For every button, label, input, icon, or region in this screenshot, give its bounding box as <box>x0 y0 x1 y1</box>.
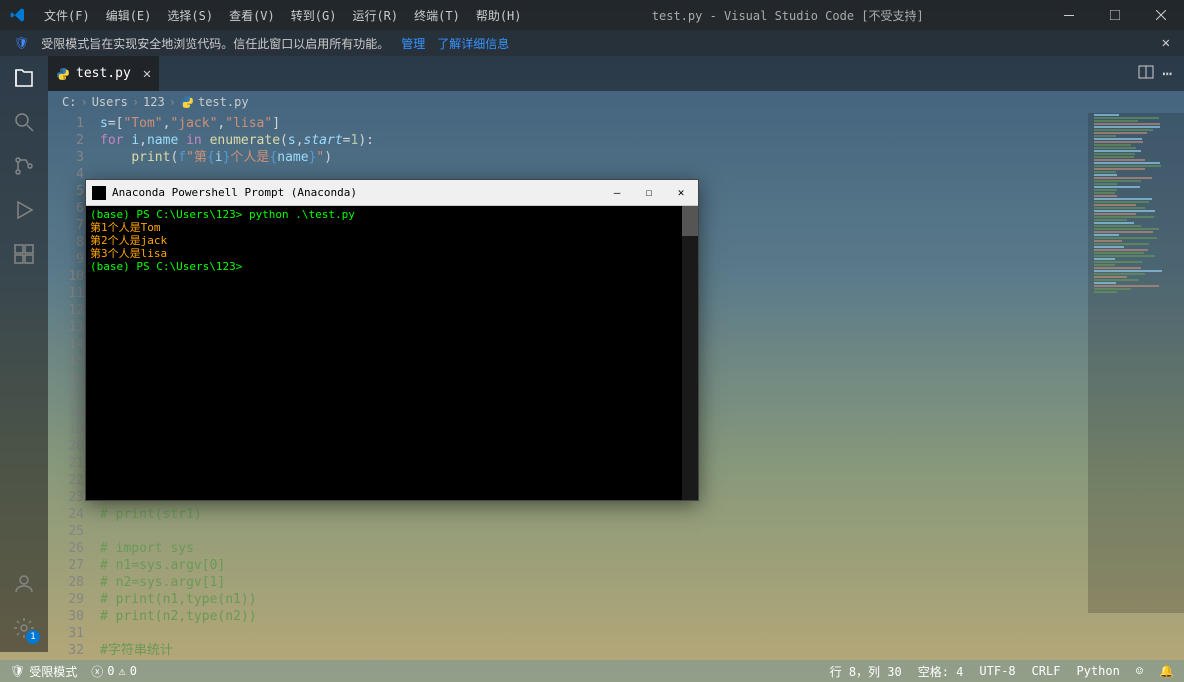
manage-link[interactable]: 管理 <box>401 35 425 52</box>
tab-test-py[interactable]: test.py ✕ <box>48 56 159 91</box>
python-file-icon <box>56 67 70 81</box>
status-spaces[interactable]: 空格: 4 <box>918 663 964 680</box>
status-language[interactable]: Python <box>1076 664 1119 678</box>
terminal-line: (base) PS C:\Users\123> <box>90 260 694 273</box>
window-title: test.py - Visual Studio Code [不受支持] <box>530 7 1047 24</box>
menu-item[interactable]: 选择(S) <box>159 7 221 24</box>
menu-item[interactable]: 终端(T) <box>406 7 468 24</box>
breadcrumb[interactable]: C: › Users › 123 › test.py <box>48 91 1184 113</box>
maximize-button[interactable] <box>1092 0 1138 30</box>
terminal-maximize-button[interactable]: ☐ <box>638 186 660 199</box>
status-eol[interactable]: CRLF <box>1032 664 1061 678</box>
status-ln-col[interactable]: 行 8，列 30 <box>830 663 902 680</box>
breadcrumb-part[interactable]: test.py <box>198 95 249 109</box>
search-icon[interactable] <box>12 110 36 134</box>
activity-bar: 1 <box>0 56 48 652</box>
learn-more-link[interactable]: 了解详细信息 <box>437 35 509 52</box>
run-debug-icon[interactable] <box>12 198 36 222</box>
split-editor-icon[interactable] <box>1138 64 1154 83</box>
terminal-line: 第2个人是jack <box>90 234 694 247</box>
menu-item[interactable]: 运行(R) <box>344 7 406 24</box>
close-tab-button[interactable]: ✕ <box>143 66 151 82</box>
minimap[interactable] <box>1088 113 1184 613</box>
menu-item[interactable]: 编辑(E) <box>98 7 160 24</box>
source-control-icon[interactable] <box>12 154 36 178</box>
window-controls <box>1046 0 1184 30</box>
terminal-app-icon <box>92 186 106 200</box>
terminal-line: (base) PS C:\Users\123> python .\test.py <box>90 208 694 221</box>
menu-bar: 文件(F)编辑(E)选择(S)查看(V)转到(G)运行(R)终端(T)帮助(H) <box>36 7 530 24</box>
breadcrumb-separator-icon: › <box>80 95 87 109</box>
terminal-title: Anaconda Powershell Prompt (Anaconda) <box>112 186 357 199</box>
status-restricted[interactable]: 🛡 受限模式 <box>10 663 77 680</box>
terminal-line: 第1个人是Tom <box>90 221 694 234</box>
account-icon[interactable] <box>12 572 36 596</box>
gear-badge: 1 <box>26 630 40 644</box>
restricted-message: 受限模式旨在实现安全地浏览代码。信任此窗口以启用所有功能。 <box>41 35 389 52</box>
status-bell-icon[interactable]: 🔔 <box>1159 664 1174 678</box>
restricted-mode-bar: 🛡 受限模式旨在实现安全地浏览代码。信任此窗口以启用所有功能。 管理 了解详细信… <box>0 30 1184 56</box>
terminal-close-button[interactable]: ✕ <box>670 186 692 199</box>
statusbar: 🛡 受限模式 ⓧ 0 ⚠ 0 行 8，列 30 空格: 4 UTF-8 CRLF… <box>0 660 1184 682</box>
status-feedback-icon[interactable]: ☺ <box>1136 664 1143 678</box>
breadcrumb-part[interactable]: C: <box>62 95 76 109</box>
tab-label: test.py <box>76 66 131 81</box>
gear-icon[interactable]: 1 <box>12 616 36 640</box>
status-problems[interactable]: ⓧ 0 ⚠ 0 <box>91 663 137 680</box>
terminal-scrollbar[interactable] <box>682 206 698 500</box>
shield-icon: 🛡 <box>14 36 29 50</box>
explorer-icon[interactable] <box>12 66 36 90</box>
menu-item[interactable]: 查看(V) <box>221 7 283 24</box>
close-button[interactable] <box>1138 0 1184 30</box>
breadcrumb-separator-icon: › <box>132 95 139 109</box>
menu-item[interactable]: 文件(F) <box>36 7 98 24</box>
terminal-line: 第3个人是lisa <box>90 247 694 260</box>
menu-item[interactable]: 帮助(H) <box>468 7 530 24</box>
minimize-button[interactable] <box>1046 0 1092 30</box>
extensions-icon[interactable] <box>12 242 36 266</box>
vscode-logo-icon <box>0 7 36 23</box>
python-file-icon <box>180 95 194 109</box>
titlebar: 文件(F)编辑(E)选择(S)查看(V)转到(G)运行(R)终端(T)帮助(H)… <box>0 0 1184 30</box>
terminal-window[interactable]: Anaconda Powershell Prompt (Anaconda) — … <box>85 179 699 501</box>
terminal-titlebar[interactable]: Anaconda Powershell Prompt (Anaconda) — … <box>86 180 698 206</box>
close-restricted-button[interactable]: ✕ <box>1162 35 1170 51</box>
menu-item[interactable]: 转到(G) <box>283 7 345 24</box>
more-actions-icon[interactable]: ⋯ <box>1162 64 1172 83</box>
breadcrumb-part[interactable]: Users <box>92 95 128 109</box>
breadcrumb-separator-icon: › <box>169 95 176 109</box>
status-encoding[interactable]: UTF-8 <box>979 664 1015 678</box>
terminal-body[interactable]: (base) PS C:\Users\123> python .\test.py… <box>86 206 698 500</box>
breadcrumb-part[interactable]: 123 <box>143 95 165 109</box>
terminal-minimize-button[interactable]: — <box>606 186 628 199</box>
tab-bar: test.py ✕ ⋯ <box>48 56 1184 91</box>
